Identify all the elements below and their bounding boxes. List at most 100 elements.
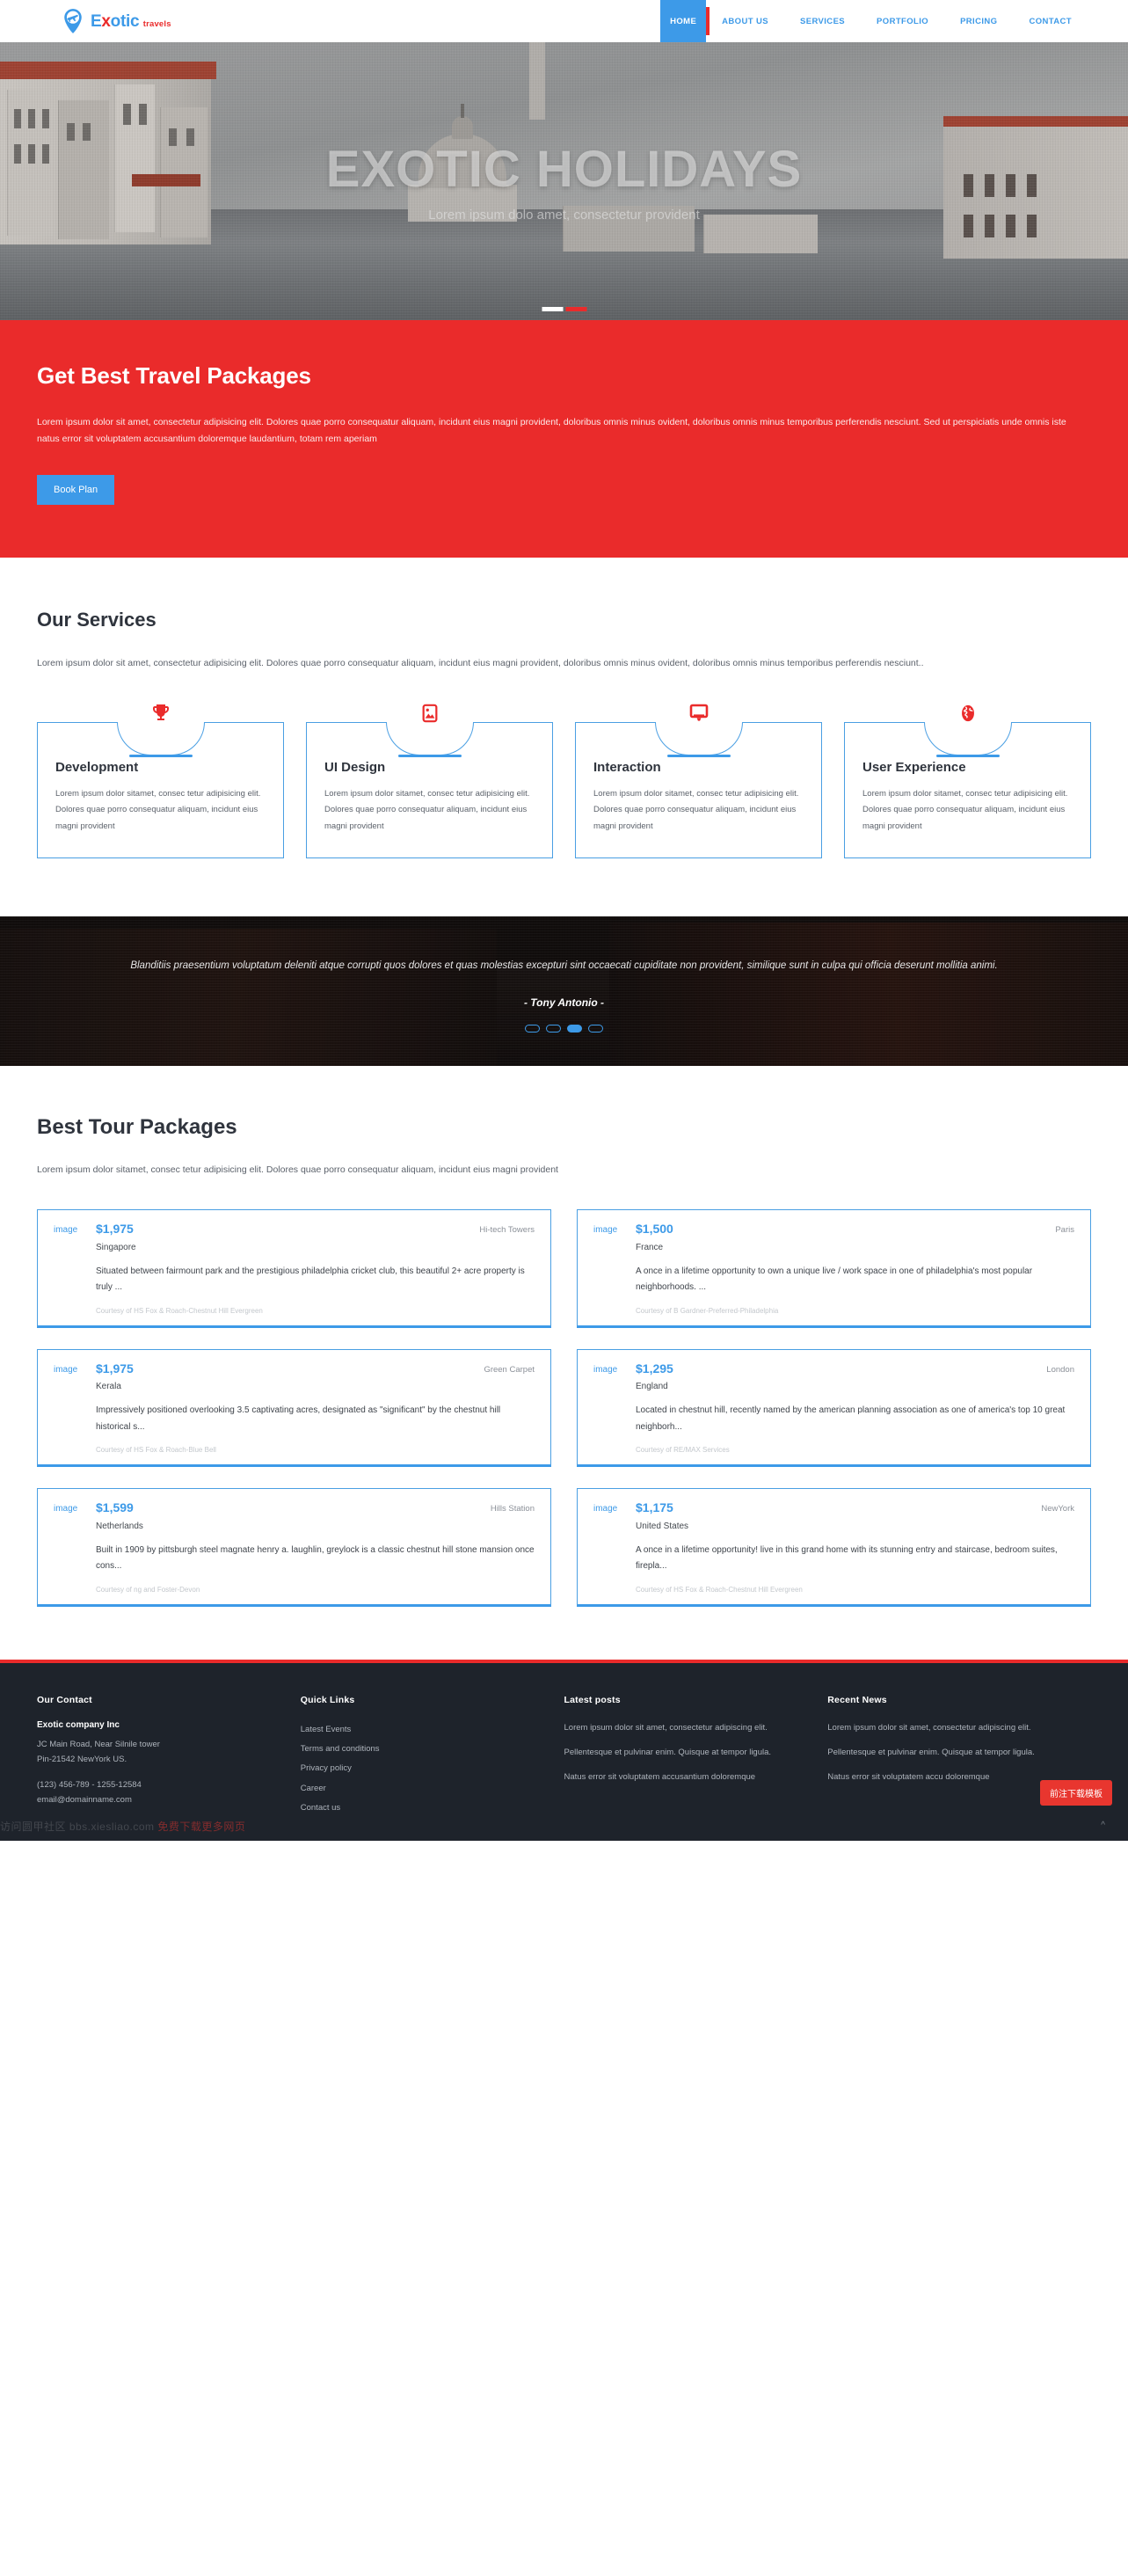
site-header: Exotic travels HOME ABOUT US SERVICES PO… (0, 0, 1128, 42)
site-footer: Our Contact Exotic company Inc JC Main R… (0, 1662, 1128, 1842)
hero-slider-indicators (542, 307, 586, 311)
page-root: Exotic travels HOME ABOUT US SERVICES PO… (0, 0, 1128, 1842)
tours-heading: Best Tour Packages (37, 1115, 237, 1140)
tour-courtesy: Courtesy of B Gardner-Preferred-Philadel… (636, 1306, 779, 1315)
book-plan-button[interactable]: Book Plan (37, 474, 115, 505)
footer-phone[interactable]: (123) 456-789 - 1255-12584 (37, 1777, 278, 1793)
footer-email[interactable]: email@domainname.com (37, 1792, 278, 1808)
footer-news-item[interactable]: Pellentesque et pulvinar enim. Quisque a… (827, 1745, 1068, 1760)
hero-slider-dot[interactable] (542, 307, 563, 311)
service-card-ui-design[interactable]: UI Design Lorem ipsum dolor sitamet, con… (306, 704, 553, 859)
tour-region: Paris (1055, 1225, 1074, 1236)
tour-courtesy: Courtesy of HS Fox & Roach-Chestnut Hill… (96, 1306, 263, 1315)
service-card-interaction[interactable]: Interaction Lorem ipsum dolor sitamet, c… (575, 704, 822, 859)
tour-thumbnail-label[interactable]: image (54, 1501, 85, 1593)
hero-text-overlay: EXOTIC HOLIDAYS Lorem ipsum dolo amet, c… (0, 42, 1128, 320)
tour-card[interactable]: image $1,500 Paris France A once in a li… (577, 1209, 1091, 1328)
tour-thumbnail-label[interactable]: image (593, 1501, 625, 1593)
services-lead: Lorem ipsum dolor sit amet, consectetur … (37, 657, 924, 668)
nav-item-pricing[interactable]: PRICING (944, 0, 1013, 42)
card-notch (385, 721, 474, 757)
tour-price: $1,500 (636, 1222, 673, 1237)
tour-region: Green Carpet (484, 1364, 535, 1375)
tour-card[interactable]: image $1,599 Hills Station Netherlands B… (37, 1488, 551, 1607)
watermark: 访问圆甲社区 bbs.xiesliao.com 免费下载更多网页 (0, 1821, 246, 1834)
tour-country: England (636, 1382, 668, 1392)
service-card-text: Lorem ipsum dolor sitamet, consec tetur … (862, 788, 1068, 831)
tour-thumbnail-label[interactable]: image (54, 1222, 85, 1314)
footer-col-quick-links: Quick Links Latest Events Terms and cond… (301, 1695, 564, 1819)
tour-thumbnail-label[interactable]: image (593, 1222, 625, 1314)
download-template-badge[interactable]: 前注下载模板 (1040, 1780, 1112, 1806)
footer-col-contact: Our Contact Exotic company Inc JC Main R… (37, 1695, 301, 1819)
service-card-user-experience[interactable]: User Experience Lorem ipsum dolor sitame… (844, 704, 1091, 859)
testimonial-carousel-indicators (98, 1024, 1030, 1033)
cta-section: Get Best Travel Packages Lorem ipsum dol… (0, 320, 1128, 558)
footer-link-terms[interactable]: Terms and conditions (301, 1740, 542, 1759)
tour-thumbnail-label[interactable]: image (54, 1362, 85, 1454)
footer-post-item[interactable]: Lorem ipsum dolor sit amet, consectetur … (564, 1720, 805, 1735)
brand-name: Exotic (91, 12, 140, 31)
hero-slider-dot-active[interactable] (565, 307, 586, 311)
service-card-title: Development (55, 759, 139, 775)
tour-card[interactable]: image $1,975 Green Carpet Kerala Impress… (37, 1348, 551, 1468)
footer-heading-latest-posts: Latest posts (564, 1694, 621, 1705)
tour-card[interactable]: image $1,975 Hi-tech Towers Singapore Si… (37, 1209, 551, 1328)
tour-courtesy: Courtesy of HS Fox & Roach-Blue Bell (96, 1446, 216, 1455)
cta-paragraph: Lorem ipsum dolor sit amet, consectetur … (37, 417, 1066, 445)
footer-heading-recent-news: Recent News (827, 1694, 887, 1705)
hero-subtitle: Lorem ipsum dolo amet, consectetur provi… (428, 208, 700, 223)
footer-address-line1: JC Main Road, Near Silnile tower (37, 1739, 160, 1749)
service-card-text: Lorem ipsum dolor sitamet, consec tetur … (593, 788, 799, 831)
brand-tagline: travels (142, 19, 171, 29)
footer-link-career[interactable]: Career (301, 1779, 542, 1799)
tour-country: Netherlands (96, 1521, 143, 1531)
tour-thumbnail-label[interactable]: image (593, 1362, 625, 1454)
footer-link-privacy[interactable]: Privacy policy (301, 1759, 542, 1778)
footer-post-item[interactable]: Natus error sit voluptatem accusantium d… (564, 1770, 805, 1784)
tour-price: $1,975 (96, 1222, 134, 1237)
card-notch (654, 721, 743, 757)
nav-item-portfolio[interactable]: PORTFOLIO (861, 0, 944, 42)
tours-lead: Lorem ipsum dolor sitamet, consec tetur … (37, 1164, 558, 1176)
tour-region: London (1046, 1364, 1074, 1375)
services-card-grid: Development Lorem ipsum dolor sitamet, c… (37, 704, 1091, 859)
service-card-title: User Experience (862, 759, 966, 775)
footer-news-item[interactable]: Lorem ipsum dolor sit amet, consectetur … (827, 1720, 1068, 1735)
nav-item-home[interactable]: HOME (660, 0, 710, 42)
service-card-text: Lorem ipsum dolor sitamet, consec tetur … (324, 788, 530, 831)
carousel-dot-1[interactable] (525, 1024, 540, 1033)
tour-card[interactable]: image $1,295 London England Located in c… (577, 1348, 1091, 1468)
tour-country: France (636, 1242, 664, 1252)
tour-price: $1,175 (636, 1500, 673, 1515)
services-section: Our Services Lorem ipsum dolor sit amet,… (0, 557, 1128, 917)
tour-courtesy: Courtesy of HS Fox & Roach-Chestnut Hill… (636, 1585, 803, 1594)
tour-price: $1,599 (96, 1500, 134, 1515)
footer-news-item[interactable]: Natus error sit voluptatem accu doloremq… (827, 1770, 1068, 1784)
tour-price: $1,295 (636, 1361, 673, 1376)
carousel-dot-4[interactable] (588, 1024, 603, 1033)
footer-post-item[interactable]: Pellentesque et pulvinar enim. Quisque a… (564, 1745, 805, 1760)
service-card-development[interactable]: Development Lorem ipsum dolor sitamet, c… (37, 704, 284, 859)
tour-card[interactable]: image $1,175 NewYork United States A onc… (577, 1488, 1091, 1607)
testimonial-author: - Tony Antonio - (523, 996, 605, 1009)
tour-courtesy: Courtesy of RE/MAX Services (636, 1446, 730, 1455)
footer-link-latest-events[interactable]: Latest Events (301, 1720, 542, 1740)
carousel-dot-2[interactable] (546, 1024, 561, 1033)
image-icon (416, 700, 444, 726)
nav-item-services[interactable]: SERVICES (784, 0, 861, 42)
footer-heading-contact: Our Contact (37, 1694, 92, 1705)
tour-description: A once in a lifetime opportunity! live i… (636, 1544, 1058, 1572)
scroll-to-top-caret[interactable]: ^ (1101, 1821, 1105, 1830)
tour-region: NewYork (1041, 1504, 1074, 1514)
nav-item-about-us[interactable]: ABOUT US (706, 0, 784, 42)
hero-banner: EXOTIC HOLIDAYS Lorem ipsum dolo amet, c… (0, 42, 1128, 320)
tour-region: Hills Station (490, 1504, 535, 1514)
services-heading: Our Services (37, 608, 156, 631)
brand-logo[interactable]: Exotic travels (62, 8, 171, 34)
nav-item-contact[interactable]: CONTACT (1013, 0, 1088, 42)
footer-address-line2: Pin-21542 NewYork US. (37, 1755, 127, 1765)
tour-region: Hi-tech Towers (479, 1225, 535, 1236)
carousel-dot-3-active[interactable] (567, 1024, 582, 1033)
footer-link-contact-us[interactable]: Contact us (301, 1799, 542, 1818)
